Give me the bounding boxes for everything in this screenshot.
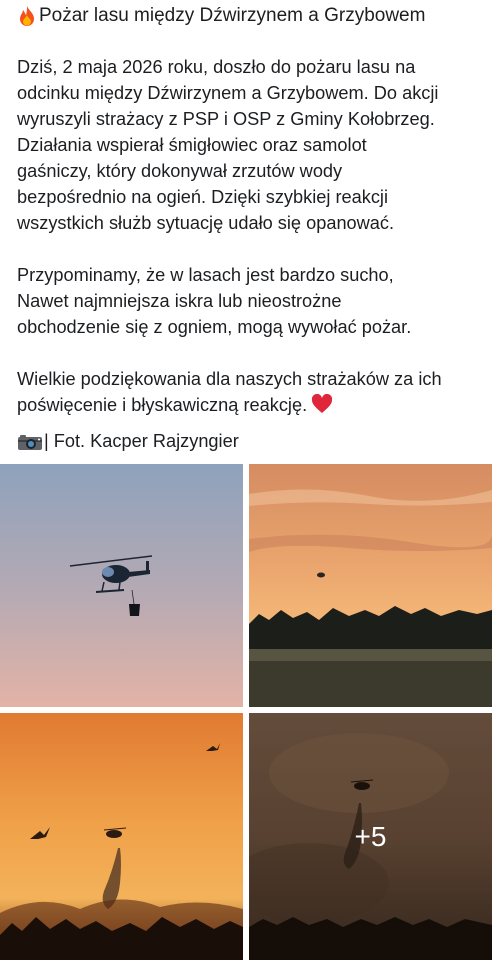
photo-credit-line: | Fot. Kacper Rajzyngier [17,428,239,454]
text-line: poświęcenie i błyskawiczną reakcję. [17,395,308,415]
post-paragraph-1: Dziś, 2 maja 2026 roku, doszło do pożaru… [17,54,487,236]
post-paragraph-3: Wielkie podziękowania dla naszych straża… [17,366,487,418]
text-line: obchodzenie się z ogniem, mogą wywołać p… [17,317,412,337]
gallery-photo-2[interactable] [249,464,492,707]
post-body: Dziś, 2 maja 2026 roku, doszło do pożaru… [17,54,487,444]
text-line: wyruszyli strażacy z PSP i OSP z Gminy K… [17,109,435,129]
red-heart-icon [311,393,333,414]
gallery-photo-3[interactable] [0,713,243,960]
gallery-photo-1[interactable] [0,464,243,707]
text-line: gaśniczy, który dokonywał zrzutów wody [17,161,343,181]
text-line: odcinku między Dźwirzynem a Grzybowem. D… [17,83,439,103]
facebook-post: Pożar lasu między Dźwirzynem a Grzybowem… [0,0,492,960]
more-photos-count: +5 [354,820,387,852]
text-line: bezpośrednio na ogień. Dzięki szybkiej r… [17,187,389,207]
text-line: Działania wspierał śmigłowiec oraz samol… [17,135,367,155]
text-line: Wielkie podziękowania dla naszych straża… [17,369,442,389]
camera-icon [17,432,43,450]
orange-sky-birds-photo [0,713,243,960]
text-line: wszystkich służb sytuację udało się opan… [17,213,395,233]
photo-credit: | Fot. Kacper Rajzyngier [44,431,239,451]
post-paragraph-2: Przypominamy, że w lasach jest bardzo su… [17,262,487,340]
more-photos-overlay[interactable]: +5 [249,713,492,960]
text-line-with-heart: poświęcenie i błyskawiczną reakcję. [17,392,487,418]
post-title-line: Pożar lasu między Dźwirzynem a Grzybowem [17,4,425,28]
post-title: Pożar lasu między Dźwirzynem a Grzybowem [39,5,426,26]
helicopter-sky-photo [0,464,243,707]
fire-icon [17,5,37,27]
text-line: Nawet najmniejsza iskra lub nieostrożne [17,291,342,311]
text-line: Przypominamy, że w lasach jest bardzo su… [17,265,394,285]
gallery-photo-4[interactable]: +5 [249,713,492,960]
sunset-forest-photo [249,464,492,707]
text-line: Dziś, 2 maja 2026 roku, doszło do pożaru… [17,57,416,77]
photo-gallery: +5 [0,464,492,960]
